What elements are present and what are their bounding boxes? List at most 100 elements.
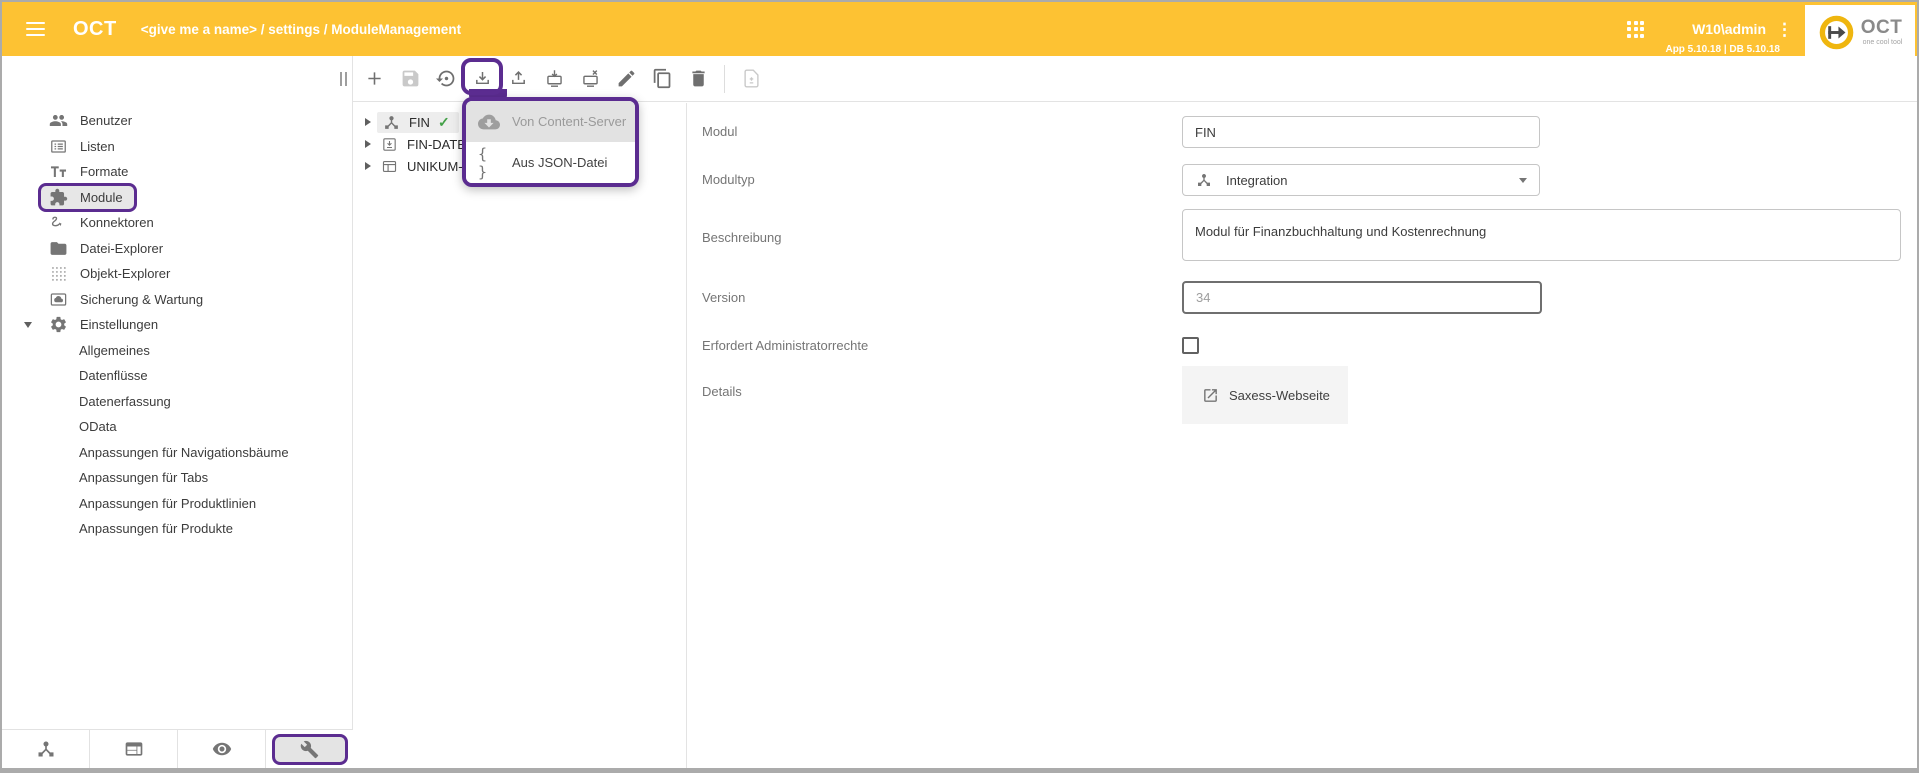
beschreibung-textarea[interactable]: Modul für Finanzbuchhaltung und Kostenre… xyxy=(1182,209,1901,261)
sidebar-item-einstellungen[interactable]: Einstellungen xyxy=(2,312,352,338)
eye-icon xyxy=(212,739,232,759)
edit-button[interactable] xyxy=(614,67,638,91)
sidebar-item-label: Sicherung & Wartung xyxy=(80,292,203,307)
remove-definition-button[interactable] xyxy=(578,67,602,91)
sidebar-item-label: Datei-Explorer xyxy=(80,241,163,256)
sidebar-item-odata[interactable]: OData xyxy=(2,414,352,440)
version-info: App 5.10.18 | DB 5.10.18 xyxy=(1665,44,1780,55)
sidebar: Benutzer Listen Formate Module Konnektor… xyxy=(2,56,353,768)
preview-tab-button[interactable] xyxy=(177,730,265,768)
window-icon xyxy=(381,158,398,175)
chevron-right-icon[interactable] xyxy=(365,162,371,170)
add-button[interactable] xyxy=(362,67,386,91)
integration-icon xyxy=(1196,172,1212,188)
logo-text: OCT xyxy=(1861,18,1903,37)
version-input[interactable]: 34 xyxy=(1182,281,1542,314)
sidebar-child-label: Datenflüsse xyxy=(79,368,148,383)
copy-button[interactable] xyxy=(650,67,674,91)
download-import-button[interactable] xyxy=(470,67,494,91)
dropdown-caret-icon xyxy=(1519,178,1527,183)
sidebar-item-formate[interactable]: Formate xyxy=(2,159,352,185)
breadcrumb: <give me a name> / settings / ModuleMana… xyxy=(141,22,461,37)
tools-tab-button[interactable] xyxy=(265,730,353,768)
save-button[interactable] xyxy=(398,67,422,91)
sidebar-item-listen[interactable]: Listen xyxy=(2,134,352,160)
sidebar-item-label: Objekt-Explorer xyxy=(80,266,170,281)
tables-tab-button[interactable] xyxy=(89,730,177,768)
puzzle-icon xyxy=(49,188,68,207)
module-form: Modul FIN Modultyp Integration Beschreib… xyxy=(688,103,1917,768)
import-box-icon xyxy=(381,136,398,153)
sidebar-child-label: Allgemeines xyxy=(79,343,150,358)
sidebar-item-anpassungen-produktlinien[interactable]: Anpassungen für Produktlinien xyxy=(2,491,352,517)
chevron-right-icon[interactable] xyxy=(365,118,371,126)
restore-button[interactable] xyxy=(434,67,458,91)
version-value: 34 xyxy=(1196,290,1210,305)
field-label-details: Details xyxy=(702,383,742,401)
field-label-administratorrechte: Erfordert Administratorrechte xyxy=(702,337,868,355)
field-label-beschreibung: Beschreibung xyxy=(702,229,782,247)
import-definition-button[interactable] xyxy=(542,67,566,91)
cloud-download-icon xyxy=(478,111,500,133)
sidebar-item-module[interactable]: Module xyxy=(2,185,352,211)
logo-tagline: one cool tool xyxy=(1863,39,1903,46)
sidebar-item-anpassungen-navigationsbaeume[interactable]: Anpassungen für Navigationsbäume xyxy=(2,440,352,466)
delete-button[interactable] xyxy=(686,67,710,91)
field-label-modultyp: Modultyp xyxy=(702,171,755,189)
sidebar-bottom-toolbar xyxy=(2,729,353,768)
layout-icon xyxy=(124,739,144,759)
sidebar-item-datei-explorer[interactable]: Datei-Explorer xyxy=(2,236,352,262)
module-selected-highlight: Module xyxy=(38,183,137,212)
kebab-menu-icon[interactable]: ⋮ xyxy=(1776,21,1793,38)
panel-resize-handle[interactable] xyxy=(340,72,347,86)
modul-value: FIN xyxy=(1195,125,1216,140)
field-label-version: Version xyxy=(702,289,745,307)
sidebar-child-label: Anpassungen für Navigationsbäume xyxy=(79,445,289,460)
sidebar-item-anpassungen-produkte[interactable]: Anpassungen für Produkte xyxy=(2,516,352,542)
sidebar-child-label: OData xyxy=(79,419,117,434)
sidebar-item-label: Formate xyxy=(80,164,128,179)
menu-item-von-content-server[interactable]: Von Content-Server xyxy=(466,101,635,142)
saxess-website-link[interactable]: Saxess-Webseite xyxy=(1182,366,1348,424)
hub-icon xyxy=(36,739,56,759)
user-name[interactable]: W10\admin xyxy=(1692,21,1766,37)
document-diff-button[interactable] xyxy=(739,67,763,91)
app-window: OCT <give me a name> / settings / Module… xyxy=(0,0,1919,773)
integration-icon xyxy=(383,114,400,131)
administratorrechte-checkbox[interactable] xyxy=(1182,337,1199,354)
sidebar-item-anpassungen-tabs[interactable]: Anpassungen für Tabs xyxy=(2,465,352,491)
sidebar-child-label: Anpassungen für Tabs xyxy=(79,470,208,485)
modul-input[interactable]: FIN xyxy=(1182,116,1540,148)
top-bar: OCT <give me a name> / settings / Module… xyxy=(2,2,1917,56)
sidebar-item-datenfluesse[interactable]: Datenflüsse xyxy=(2,363,352,389)
toolbar xyxy=(353,56,1917,102)
menu-item-label: Aus JSON-Datei xyxy=(512,155,607,170)
upload-export-button[interactable] xyxy=(506,67,530,91)
sidebar-item-label: Konnektoren xyxy=(80,215,154,230)
modultyp-select[interactable]: Integration xyxy=(1182,164,1540,196)
sidebar-item-objekt-explorer[interactable]: Objekt-Explorer xyxy=(2,261,352,287)
tree-item-label: UNIKUM- xyxy=(407,159,463,174)
sidebar-item-datenerfassung[interactable]: Datenerfassung xyxy=(2,389,352,415)
integration-tab-button[interactable] xyxy=(2,730,89,768)
tools-active-highlight xyxy=(272,734,348,765)
wrench-icon xyxy=(300,740,319,759)
tree-row-selected-highlight: FIN ✓ xyxy=(377,112,459,133)
text-format-icon xyxy=(49,162,68,181)
sidebar-item-benutzer[interactable]: Benutzer xyxy=(2,108,352,134)
beschreibung-value: Modul für Finanzbuchhaltung und Kostenre… xyxy=(1195,224,1486,239)
chevron-right-icon[interactable] xyxy=(365,140,371,148)
json-braces-icon: { } xyxy=(478,152,500,174)
sidebar-item-sicherung-wartung[interactable]: Sicherung & Wartung xyxy=(2,287,352,313)
sidebar-item-konnektoren[interactable]: Konnektoren xyxy=(2,210,352,236)
chevron-down-icon[interactable] xyxy=(24,322,32,328)
sidebar-item-label: Listen xyxy=(80,139,115,154)
menu-icon[interactable] xyxy=(26,22,45,36)
menu-item-label: Von Content-Server xyxy=(512,114,626,129)
tree-item-label: FIN-DATE xyxy=(407,137,466,152)
menu-item-aus-json-datei[interactable]: { } Aus JSON-Datei xyxy=(466,142,635,183)
sidebar-item-allgemeines[interactable]: Allgemeines xyxy=(2,338,352,364)
external-link-icon xyxy=(1202,387,1219,404)
backup-icon xyxy=(49,290,68,309)
apps-grid-icon[interactable] xyxy=(1627,21,1644,38)
